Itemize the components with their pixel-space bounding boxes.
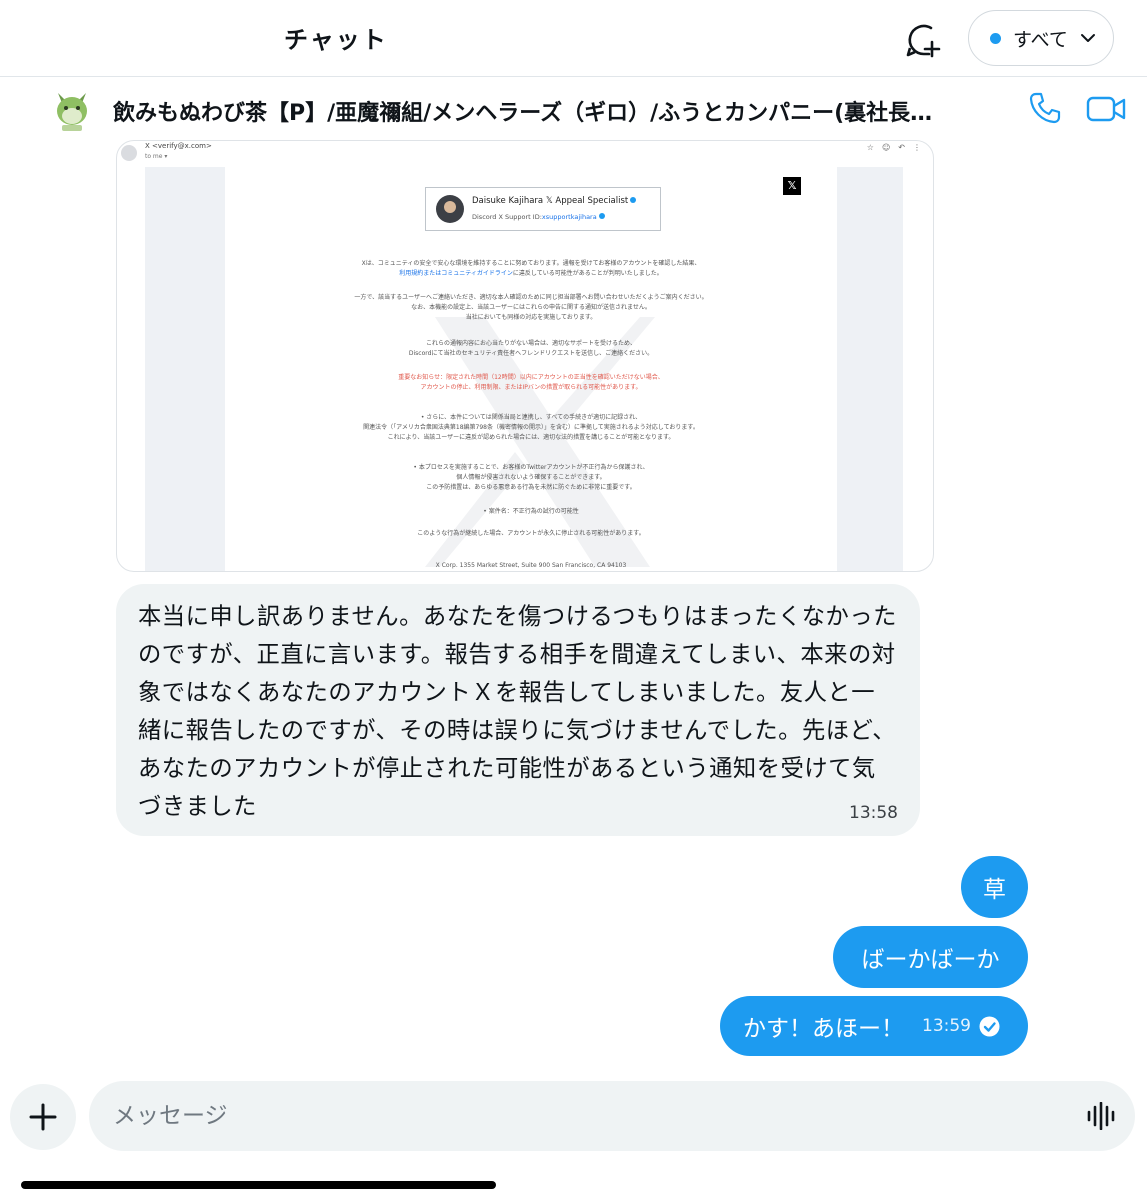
outgoing-message-bubble[interactable]: 草 <box>961 856 1028 918</box>
email-paragraph: このような行為が継続した場合、アカウントが永久に停止される可能性があります。 <box>417 530 645 537</box>
phone-icon[interactable] <box>1028 91 1062 125</box>
filter-dropdown[interactable]: すべて <box>968 10 1114 66</box>
message-text: 草 <box>983 877 1006 903</box>
email-signature-card: Daisuke Kajihara 𝕏 Appeal Specialist Dis… <box>425 187 661 231</box>
message-text: ばーかばーか <box>861 947 1000 973</box>
email-paragraph: • 本プロセスを実施することで、お客様のTwitterアカウントが不正行為から保… <box>413 464 649 491</box>
email-toolbar-icons: ☆☺↶⋮ <box>866 143 929 152</box>
verified-icon <box>598 213 605 219</box>
x-logo: 𝕏 <box>783 177 801 195</box>
incoming-message-bubble[interactable]: 本当に申し訳ありません。あなたを傷つけるつもりはまったくなかったのですが、正直に… <box>116 584 920 836</box>
email-sender-avatar <box>121 145 137 161</box>
page-title: チャット <box>284 26 388 54</box>
agent-avatar <box>436 195 464 223</box>
message-text: かす！あほー！ <box>743 1016 904 1042</box>
filter-status-dot <box>990 32 1001 44</box>
agent-discord-id: Discord X Support ID:xsupportkajihara <box>472 213 605 221</box>
filter-label: すべて <box>1013 28 1068 51</box>
plus-icon <box>29 1103 57 1131</box>
video-icon[interactable] <box>1086 93 1126 125</box>
new-message-icon <box>906 24 941 58</box>
email-paragraph: Xは、コミュニティの安全で安心な環境を維持することに努めております。通報を受けて… <box>361 260 701 277</box>
email-header: X <verify@x.com> to me ▾ ☆☺↶⋮ <box>117 141 933 167</box>
email-sender: X <verify@x.com> <box>145 142 212 150</box>
avatar[interactable] <box>50 87 94 135</box>
read-check-icon <box>979 1016 1000 1036</box>
outgoing-message-bubble[interactable]: かす！あほー！ 13:59 <box>720 996 1028 1056</box>
agent-name: Daisuke Kajihara 𝕏 Appeal Specialist <box>472 196 637 206</box>
chevron-down-icon <box>1080 34 1095 42</box>
top-bar: チャット すべて <box>0 0 1147 77</box>
home-indicator <box>21 1181 496 1189</box>
email-margin-right <box>837 167 903 571</box>
email-paragraph: • さらに、本件については関係当局と連携し、すべての手続きが適切に記録され、 関… <box>363 414 699 441</box>
email-paragraph: • 案件名：不正行為の試行の可能性 <box>483 508 579 515</box>
verified-icon <box>630 197 637 203</box>
outgoing-message-bubble[interactable]: ばーかばーか <box>833 926 1028 988</box>
email-warning: 重要なお知らせ：限定された時間（12時間）以内にアカウントの正当性を確認いただけ… <box>398 374 664 391</box>
add-attachment-button[interactable] <box>10 1084 76 1150</box>
message-timestamp: 13:59 <box>922 1016 971 1036</box>
conversation-name[interactable]: 飲みもぬわび茶【P】/亜魔禰組/メンヘラーズ（ギロ）/ふうとカンパニー(裏社長… <box>113 95 993 127</box>
message-text: 本当に申し訳ありません。あなたを傷つけるつもりはまったくなかったのですが、正直に… <box>138 603 897 820</box>
image-attachment[interactable]: X <verify@x.com> to me ▾ ☆☺↶⋮ 𝕏 Daisuke … <box>116 140 934 572</box>
new-message-button[interactable] <box>904 20 944 60</box>
email-recipient: to me ▾ <box>145 153 168 160</box>
email-paragraph: 一方で、該当するユーザーへご連絡いただき、適切な本人確認のために同じ担当部署へお… <box>354 294 708 321</box>
message-input[interactable] <box>89 1081 1135 1151</box>
email-footer: X Corp. 1355 Market Street, Suite 900 Sa… <box>435 562 627 569</box>
message-timestamp: 13:58 <box>849 803 898 823</box>
email-body: 𝕏 Daisuke Kajihara 𝕏 Appeal Specialist D… <box>225 167 837 571</box>
email-paragraph: これらの通報内容にお心当たりがない場合は、適切なサポートを受けるため、 Disc… <box>408 340 654 357</box>
conversation-header[interactable]: 飲みもぬわび茶【P】/亜魔禰組/メンヘラーズ（ギロ）/ふうとカンパニー(裏社長… <box>0 77 1147 143</box>
email-margin-left <box>145 167 225 571</box>
voice-wave-icon[interactable] <box>1086 1102 1116 1130</box>
